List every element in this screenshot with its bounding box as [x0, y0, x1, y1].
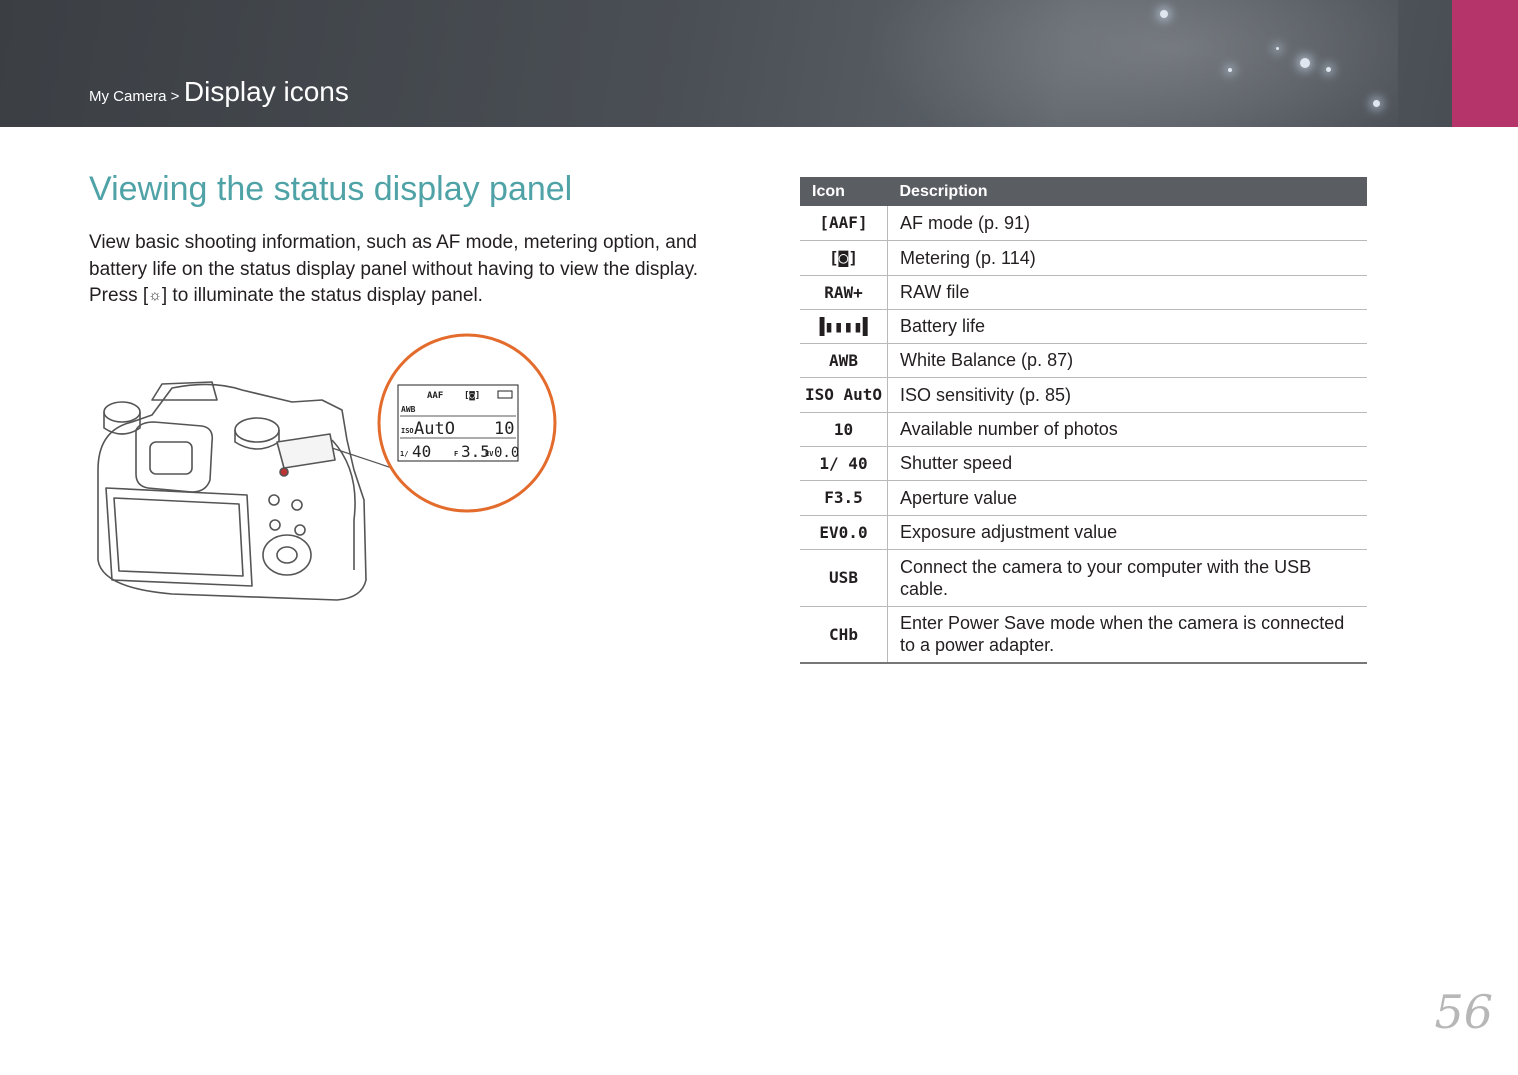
aperture-icon: F3.5 — [800, 480, 888, 516]
table-row: ISO AutO ISO sensitivity (p. 85) — [800, 377, 1367, 413]
row-description: Metering (p. 114) — [887, 240, 1367, 276]
table-row: ▐▮▮▮▮▌ Battery life — [800, 309, 1367, 344]
intro-paragraph: View basic shooting information, such as… — [89, 230, 739, 310]
intro-after: ] to illuminate the status display panel… — [161, 285, 483, 306]
top-status-panel — [276, 433, 336, 469]
usb-icon: USB — [800, 549, 888, 607]
table-row: 10 Available number of photos — [800, 412, 1367, 447]
table-row: F3.5 Aperture value — [800, 480, 1367, 516]
row-description: Enter Power Save mode when the camera is… — [887, 606, 1367, 664]
lcd-shutter: 40 — [412, 442, 431, 461]
status-lcd: AAF [◙] AWB ISO AutO 10 1/ 40 F 3.5 EV 0… — [397, 384, 519, 462]
lcd-ev: 0.0 — [494, 445, 519, 461]
camera-illustration: AAF [◙] AWB ISO AutO 10 1/ 40 F 3.5 EV 0… — [97, 333, 557, 601]
lcd-metering-icon: [◙] — [464, 391, 480, 401]
rear-button — [291, 499, 303, 511]
header-glow — [838, 0, 1398, 127]
header-sparkle — [1228, 68, 1232, 72]
raw-plus-icon: RAW+ — [800, 275, 888, 310]
table-row: CHb Enter Power Save mode when the camera… — [800, 606, 1367, 664]
header-sparkle — [1276, 47, 1279, 50]
intro-line-2: battery life on the status display panel… — [89, 258, 699, 280]
af-mode-icon: [AAF] — [800, 206, 888, 241]
row-description: Exposure adjustment value — [887, 515, 1367, 550]
lcd-af: AAF — [427, 391, 443, 401]
header-sparkle — [1326, 67, 1331, 72]
header-sparkle — [1160, 10, 1168, 18]
row-description: Aperture value — [887, 480, 1367, 516]
metering-icon: [◙] — [800, 240, 888, 276]
lcd-ev-prefix: EV — [485, 450, 494, 458]
icon-description-table: Icon Description [AAF] AF mode (p. 91) [◙]… — [800, 177, 1367, 664]
eyecup — [135, 421, 214, 493]
lcd-aperture-prefix: F — [454, 450, 458, 458]
rear-button — [268, 494, 280, 506]
lcd-shots: 10 — [494, 419, 514, 439]
section-title: Viewing the status display panel — [89, 170, 573, 208]
row-description: AF mode (p. 91) — [887, 206, 1367, 241]
col-desc-header: Description — [887, 177, 1367, 206]
lcd-wb: AWB — [401, 405, 416, 414]
breadcrumb-current: Display icons — [183, 76, 349, 107]
table-row: [AAF] AF mode (p. 91) — [800, 206, 1367, 241]
row-description: Battery life — [887, 309, 1367, 344]
header-sparkle — [1300, 58, 1310, 68]
table-row: EV0.0 Exposure adjustment value — [800, 515, 1367, 550]
command-dial — [234, 417, 280, 443]
table-row: USB Connect the camera to your computer w… — [800, 549, 1367, 607]
charge-icon: CHb — [800, 606, 888, 664]
table-row: 1/ 40 Shutter speed — [800, 446, 1367, 481]
viewfinder — [149, 441, 193, 475]
rear-button — [294, 524, 306, 536]
header-accent-tab — [1452, 0, 1518, 127]
breadcrumb: My Camera > Display icons — [89, 76, 349, 108]
lcd-iso-value: AutO — [414, 419, 455, 439]
mode-dial — [103, 401, 141, 423]
col-icon-header: Icon — [800, 177, 888, 206]
lcd-iso-label: ISO — [401, 427, 414, 435]
table-row: [◙] Metering (p. 114) — [800, 240, 1367, 276]
iso-auto-icon: ISO AutO — [800, 377, 888, 413]
rear-button — [269, 519, 281, 531]
row-description: White Balance (p. 87) — [887, 343, 1367, 378]
row-description: Available number of photos — [887, 412, 1367, 447]
page-header: My Camera > Display icons — [0, 0, 1518, 127]
illumination-button-icon: ☼ — [148, 287, 162, 304]
shutter-speed-icon: 1/ 40 — [800, 446, 888, 481]
table-row: AWB White Balance (p. 87) — [800, 343, 1367, 378]
awb-icon: AWB — [800, 343, 888, 378]
row-description: Shutter speed — [887, 446, 1367, 481]
intro-press: Press [ — [89, 285, 149, 306]
table-row: RAW+ RAW file — [800, 275, 1367, 310]
table-body: [AAF] AF mode (p. 91) [◙] Metering (p. 114)… — [800, 206, 1367, 664]
table-header-row: Icon Description — [800, 177, 1367, 206]
page-number: 56 — [1434, 985, 1493, 1039]
row-description: Connect the camera to your computer with… — [887, 549, 1367, 607]
battery-icon: ▐▮▮▮▮▌ — [800, 309, 888, 344]
shots-count-icon: 10 — [800, 412, 888, 447]
red-dot-button — [279, 467, 289, 477]
row-description: RAW file — [887, 275, 1367, 310]
breadcrumb-parent[interactable]: My Camera > — [89, 88, 179, 105]
row-description: ISO sensitivity (p. 85) — [887, 377, 1367, 413]
intro-line-1: View basic shooting information, such as… — [89, 232, 697, 253]
header-sparkle — [1373, 100, 1380, 107]
lcd-shutter-prefix: 1/ — [400, 450, 408, 458]
exposure-icon: EV0.0 — [800, 515, 888, 550]
control-wheel — [262, 534, 312, 576]
